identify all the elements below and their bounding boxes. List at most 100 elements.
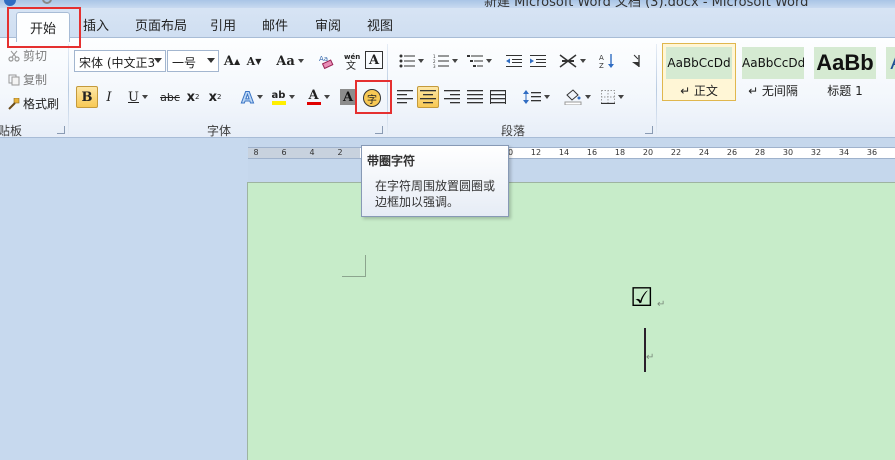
cut-button[interactable]: 剪切 bbox=[8, 47, 47, 64]
style-no-spacing[interactable]: AaBbCcDd ↵ 无间隔 bbox=[738, 43, 808, 101]
tooltip-body: 在字符周围放置圆圈或边框加以强调。 bbox=[375, 179, 496, 209]
paragraph-mark: ↵ bbox=[657, 299, 666, 310]
clipboard-launcher-icon[interactable] bbox=[57, 126, 65, 134]
character-shading-icon: A bbox=[342, 89, 354, 105]
svg-text:3: 3 bbox=[433, 64, 436, 68]
chinese-layout-button[interactable] bbox=[557, 50, 587, 72]
clear-format-button[interactable]: Aa bbox=[316, 50, 336, 72]
subscript-mark: 2 bbox=[194, 93, 200, 101]
distributed-button[interactable] bbox=[489, 86, 507, 108]
style-normal[interactable]: AaBbCcDd ↵ 正文 bbox=[662, 43, 736, 101]
tab-view[interactable]: 视图 bbox=[367, 15, 393, 34]
multilevel-list-button[interactable] bbox=[464, 50, 494, 72]
ruler-tick-label: 26 bbox=[726, 148, 738, 157]
group-separator bbox=[656, 44, 657, 136]
tab-references[interactable]: 引用 bbox=[210, 15, 236, 34]
bold-icon: B bbox=[81, 89, 93, 105]
phonetic-guide-button[interactable]: wén 文 bbox=[342, 50, 362, 72]
tab-mailings[interactable]: 邮件 bbox=[262, 15, 288, 34]
document-left-margin bbox=[0, 138, 248, 460]
ruler-tick-label: 32 bbox=[810, 148, 822, 157]
style-heading-1-name: 标题 1 bbox=[827, 84, 863, 98]
paint-bucket-icon bbox=[564, 89, 581, 105]
checked-box-character[interactable]: ☑ bbox=[630, 285, 653, 311]
align-left-button[interactable] bbox=[396, 86, 414, 108]
change-case-button[interactable]: Aa bbox=[276, 50, 304, 72]
ruler-tick-label: 36 bbox=[866, 148, 878, 157]
superscript-icon: x bbox=[208, 89, 217, 105]
line-spacing-button[interactable] bbox=[521, 86, 551, 108]
sort-button[interactable]: AZ bbox=[598, 50, 616, 72]
text-effects-button[interactable]: A bbox=[238, 86, 266, 108]
ruler-tick-label: 34 bbox=[838, 148, 850, 157]
shrink-font-button[interactable]: A ▼ bbox=[245, 50, 263, 72]
phonetic-guide-icon: wén文 bbox=[344, 53, 360, 70]
ribbon-tab-row: 开始 插入 页面布局 引用 邮件 审阅 视图 bbox=[0, 8, 895, 42]
subscript-button[interactable]: x2 bbox=[184, 86, 202, 108]
undo-icon[interactable] bbox=[42, 0, 52, 4]
font-size-combo[interactable]: 一号 bbox=[167, 50, 219, 72]
bold-button[interactable]: B bbox=[76, 86, 98, 108]
font-launcher-icon[interactable] bbox=[375, 126, 383, 134]
borders-button[interactable] bbox=[597, 86, 627, 108]
font-color-button[interactable]: A bbox=[304, 86, 332, 108]
superscript-button[interactable]: x2 bbox=[206, 86, 224, 108]
justify-button[interactable] bbox=[466, 86, 484, 108]
tab-review[interactable]: 审阅 bbox=[315, 15, 341, 34]
style-no-spacing-name: ↵ 无间隔 bbox=[748, 84, 798, 98]
copy-button[interactable]: 复制 bbox=[8, 71, 47, 88]
bullets-button[interactable] bbox=[396, 50, 426, 72]
style-normal-name: ↵ 正文 bbox=[680, 84, 718, 98]
show-hide-marks-button[interactable] bbox=[627, 50, 645, 72]
style-heading-2[interactable]: A bbox=[882, 43, 895, 101]
numbering-button[interactable]: 123 bbox=[430, 50, 460, 72]
enclose-characters-tooltip: 带圈字符 在字符周围放置圆圈或边框加以强调。 bbox=[361, 145, 509, 217]
document-page[interactable] bbox=[247, 182, 895, 460]
distributed-icon bbox=[490, 90, 506, 104]
font-name-combo[interactable]: 宋体 (中文正3 bbox=[74, 50, 166, 72]
scissors-icon bbox=[8, 50, 20, 62]
paragraph-mark-icon bbox=[632, 54, 640, 67]
ruler-tick-label: 8 bbox=[253, 148, 259, 157]
ruler-tick-label: 6 bbox=[281, 148, 287, 157]
group-separator bbox=[68, 44, 69, 136]
chevron-down-icon bbox=[154, 58, 162, 63]
ruler-tick-label: 4 bbox=[309, 148, 315, 157]
copy-label: 复制 bbox=[23, 73, 48, 87]
underline-button[interactable]: U bbox=[123, 86, 153, 108]
strikethrough-button[interactable]: abc bbox=[158, 86, 182, 108]
character-shading-button[interactable]: A bbox=[340, 89, 356, 105]
chinese-layout-icon bbox=[559, 54, 576, 68]
svg-text:wén: wén bbox=[344, 53, 360, 61]
home-tab-highlight bbox=[7, 7, 81, 48]
word-logo-icon[interactable] bbox=[4, 0, 16, 6]
svg-text:Z: Z bbox=[599, 62, 604, 69]
ruler-tick-label: 20 bbox=[642, 148, 654, 157]
align-center-icon bbox=[420, 90, 436, 104]
format-painter-button[interactable]: 格式刷 bbox=[8, 95, 59, 112]
ruler-tick-label: 16 bbox=[586, 148, 598, 157]
style-heading-1[interactable]: AaBb 标题 1 bbox=[810, 43, 880, 101]
align-right-button[interactable] bbox=[443, 86, 461, 108]
horizontal-ruler[interactable]: 8 6 4 2 2 4 6 8 10 12 14 16 18 20 22 24 … bbox=[248, 147, 895, 159]
paragraph-launcher-icon[interactable] bbox=[645, 126, 653, 134]
highlight-button[interactable]: ab bbox=[269, 86, 297, 108]
character-border-button[interactable]: A bbox=[365, 51, 383, 69]
numbered-list-icon: 123 bbox=[433, 54, 449, 68]
font-color-icon: A bbox=[308, 88, 319, 103]
tab-page-layout[interactable]: 页面布局 bbox=[135, 15, 187, 34]
ruler-tick-label: 18 bbox=[614, 148, 626, 157]
grow-font-button[interactable]: A ▲ bbox=[223, 50, 241, 72]
styles-gallery: AaBbCcDd ↵ 正文 AaBbCcDd ↵ 无间隔 AaBb 标题 1 A bbox=[662, 43, 895, 105]
underline-icon: U bbox=[128, 89, 139, 105]
tab-insert[interactable]: 插入 bbox=[83, 15, 109, 34]
subscript-icon: x bbox=[186, 89, 195, 105]
decrease-indent-button[interactable] bbox=[505, 50, 523, 72]
character-border-icon: A bbox=[368, 52, 380, 68]
align-center-button[interactable] bbox=[417, 86, 439, 108]
paragraph-mark: ↵ bbox=[646, 352, 655, 363]
decrease-indent-icon bbox=[506, 55, 522, 67]
italic-button[interactable]: I bbox=[100, 86, 118, 108]
increase-indent-button[interactable] bbox=[529, 50, 547, 72]
paragraph-shading-button[interactable] bbox=[562, 86, 592, 108]
